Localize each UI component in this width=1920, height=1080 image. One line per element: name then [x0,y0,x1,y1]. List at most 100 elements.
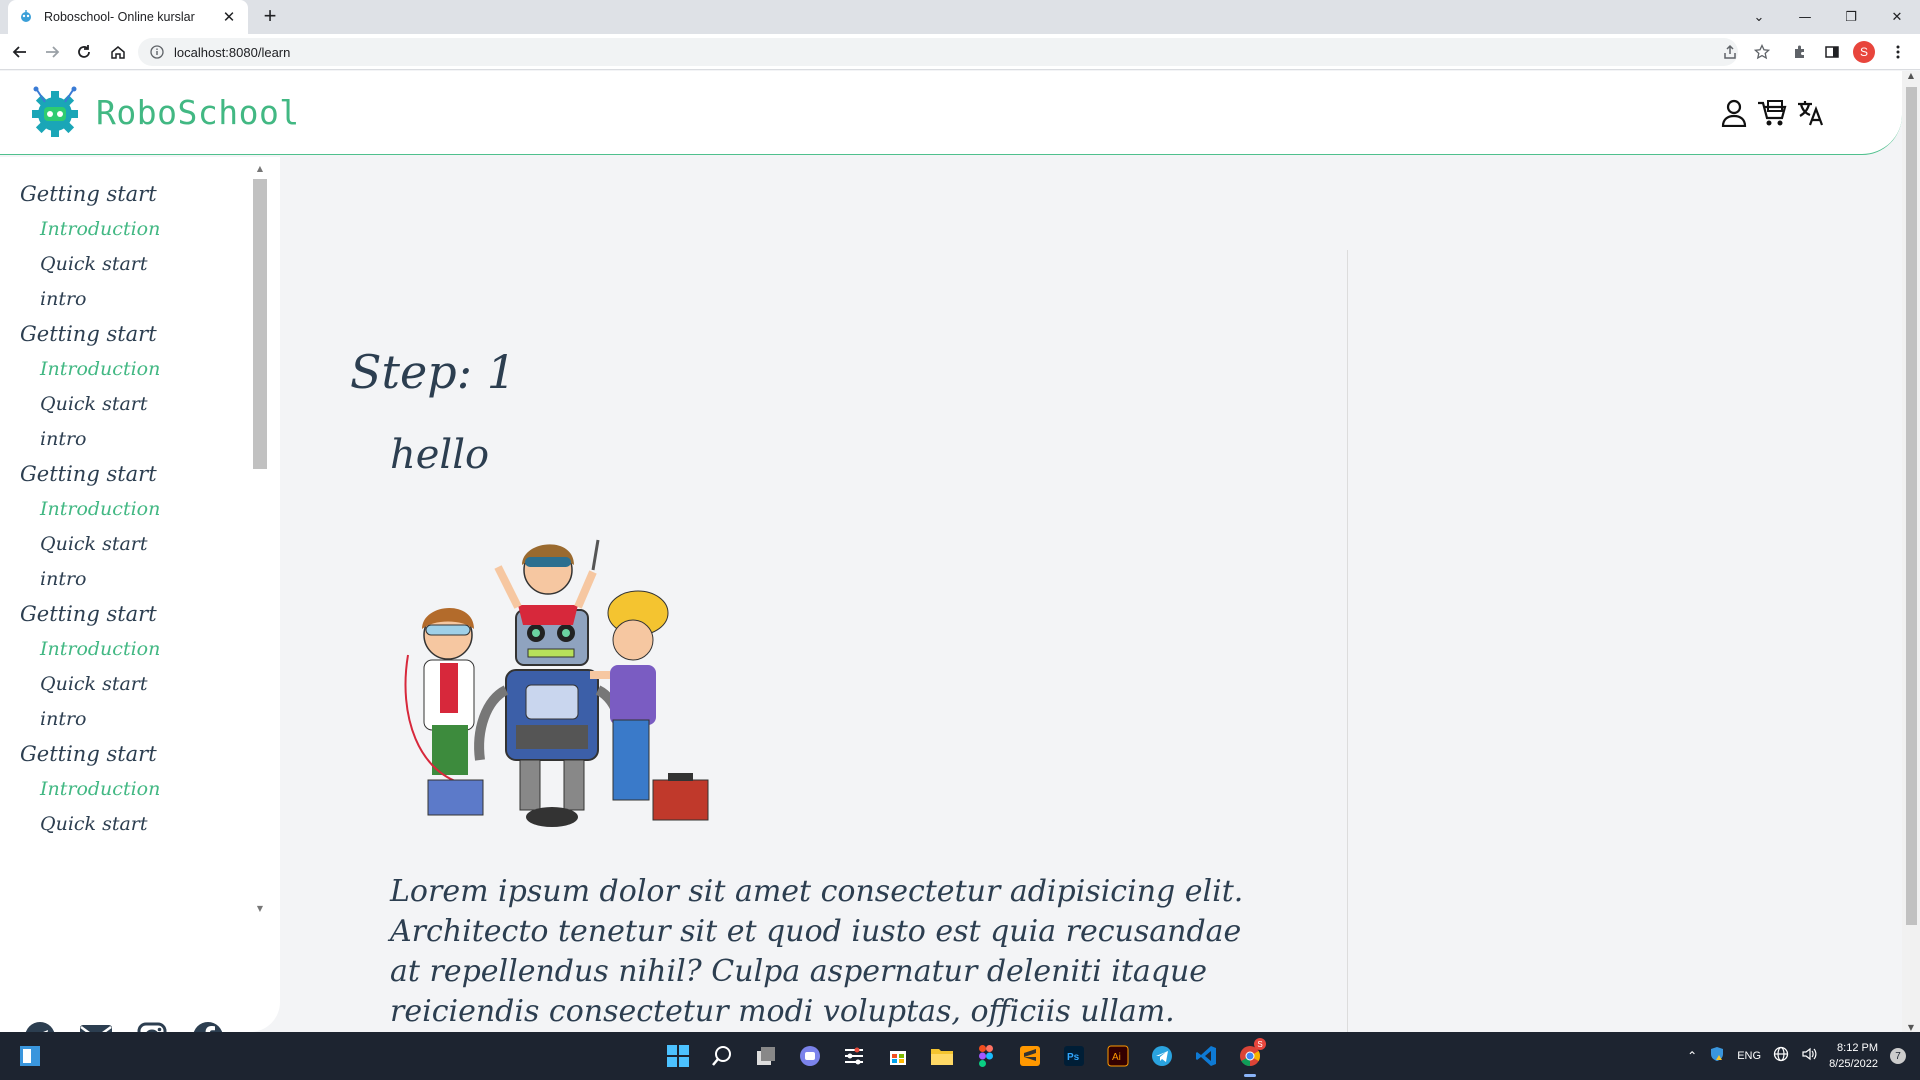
settings-sliders-icon[interactable] [832,1032,876,1080]
clock-time: 8:12 PM [1837,1042,1878,1054]
instagram-icon[interactable] [134,1019,170,1032]
scroll-down-icon[interactable]: ▼ [253,903,267,915]
file-explorer-icon[interactable] [920,1032,964,1080]
illustrator-icon[interactable]: Ai [1096,1032,1140,1080]
sidebar-group-heading[interactable]: Getting start [0,597,252,632]
scroll-up-icon[interactable]: ▲ [253,163,267,175]
reload-button[interactable] [72,40,96,64]
restore-button[interactable]: ❐ [1828,0,1874,34]
sidebar-item[interactable]: Quick start [0,387,252,422]
facebook-icon[interactable] [190,1019,226,1032]
new-tab-button[interactable]: + [258,5,282,29]
mail-icon[interactable] [78,1019,114,1032]
sidebar-item[interactable]: Quick start [0,527,252,562]
profile-button[interactable]: S [1852,40,1876,64]
info-icon[interactable] [150,45,164,59]
step-title: Step: 1 [350,345,517,399]
user-icon[interactable] [1718,97,1750,129]
sidebar-scrollbar[interactable]: ▲ ▼ [253,163,267,915]
chevron-up-icon[interactable]: ⌃ [1687,1049,1697,1063]
close-icon[interactable]: ✕ [220,8,238,26]
taskbar: Ps Ai S ⌃ ENG 8:12 PM 8/25/2022 7 [0,1032,1920,1080]
clock[interactable]: 8:12 PM 8/25/2022 [1829,1040,1878,1072]
scroll-down-icon[interactable]: ▼ [1902,1023,1920,1032]
kids-building-robot-illustration [404,539,709,827]
chrome-profile-badge: S [1254,1038,1266,1050]
photoshop-icon[interactable]: Ps [1052,1032,1096,1080]
sidebar-item[interactable]: Introduction [0,772,252,807]
sidebar-group: Getting start Introduction Quick start intr… [0,317,252,457]
translate-icon[interactable] [1794,97,1826,129]
sidebar-group-heading[interactable]: Getting start [0,177,252,212]
figma-icon[interactable] [964,1032,1008,1080]
store-icon[interactable] [876,1032,920,1080]
scrollbar-thumb[interactable] [253,179,267,469]
sidebar-item[interactable]: intro [0,562,252,597]
lesson-sidebar: Getting start Introduction Quick start intr… [0,157,280,1032]
lesson-content: Step: 1 hello Lorem ipsum dolor sit amet… [280,155,1902,1032]
site-header: RoboSchool [0,71,1902,155]
sidebar-group-heading[interactable]: Getting start [0,457,252,492]
widgets-icon[interactable] [18,1044,42,1068]
back-button[interactable] [8,40,32,64]
sidebar-item[interactable]: intro [0,282,252,317]
lesson-body-text: Lorem ipsum dolor sit amet consectetur a… [390,874,1244,1029]
sidebar-item[interactable]: Introduction [0,632,252,667]
sidebar-item[interactable]: Quick start [0,667,252,702]
taskbar-apps: Ps Ai S [656,1032,1272,1080]
social-links [22,1019,226,1032]
browser-tab[interactable]: Roboschool- Online kurslar ✕ [8,0,248,34]
sidebar-item[interactable]: Introduction [0,492,252,527]
sidebar-item[interactable]: intro [0,422,252,457]
sidebar-item[interactable]: Introduction [0,212,252,247]
side-panel-icon[interactable] [1820,40,1844,64]
bookmark-star-icon[interactable] [1750,40,1774,64]
volume-icon[interactable] [1801,1046,1817,1067]
notification-badge[interactable]: 7 [1890,1048,1906,1064]
sidebar-group: Getting start Introduction Quick start [0,737,252,842]
sidebar-item[interactable]: Quick start [0,807,252,842]
page: RoboSchool Getting start Introduction Quic… [0,71,1902,1032]
sublime-text-icon[interactable] [1008,1032,1052,1080]
extensions-icon[interactable] [1788,40,1812,64]
logo-text: RoboSchool [96,92,300,132]
scroll-up-icon[interactable]: ▲ [1902,71,1920,80]
address-bar[interactable]: localhost:8080/learn [138,38,1738,66]
scrollbar-thumb[interactable] [1906,87,1917,925]
minimize-button[interactable]: — [1782,0,1828,34]
arrow-left-icon [12,46,26,58]
page-scrollbar[interactable]: ▲ ▼ [1902,71,1920,1032]
sidebar-item[interactable]: intro [0,702,252,737]
chrome-icon[interactable]: S [1228,1032,1272,1080]
clock-date: 8/25/2022 [1829,1058,1878,1070]
svg-text:Ps: Ps [1067,1052,1080,1063]
telegram-app-icon[interactable] [1140,1032,1184,1080]
network-icon[interactable] [1773,1046,1789,1067]
tab-search-icon[interactable]: ⌄ [1736,0,1782,34]
share-icon[interactable] [1718,40,1742,64]
header-actions [1718,97,1826,129]
logo[interactable]: RoboSchool [26,83,300,141]
vscode-icon[interactable] [1184,1032,1228,1080]
home-button[interactable] [106,40,130,64]
task-view-icon[interactable] [744,1032,788,1080]
sidebar-item[interactable]: Quick start [0,247,252,282]
lesson-nav: Getting start Introduction Quick start intr… [0,157,252,914]
roboschool-favicon-icon [21,10,31,22]
sidebar-group: Getting start Introduction Quick start intr… [0,177,252,317]
forward-button[interactable] [40,40,64,64]
sidebar-group-heading[interactable]: Getting start [0,737,252,772]
browser-toolbar: localhost:8080/learn S [0,34,1920,70]
search-icon[interactable] [700,1032,744,1080]
close-window-button[interactable]: ✕ [1874,0,1920,34]
language-indicator[interactable]: ENG [1737,1050,1761,1062]
start-icon[interactable] [656,1032,700,1080]
sidebar-item[interactable]: Introduction [0,352,252,387]
browser-menu-icon[interactable] [1886,40,1910,64]
teams-chat-icon[interactable] [788,1032,832,1080]
cart-icon[interactable] [1756,97,1788,129]
sidebar-group-heading[interactable]: Getting start [0,317,252,352]
defender-icon[interactable] [1709,1046,1725,1067]
telegram-icon[interactable] [22,1019,58,1032]
url-text[interactable]: localhost:8080/learn [174,45,290,60]
